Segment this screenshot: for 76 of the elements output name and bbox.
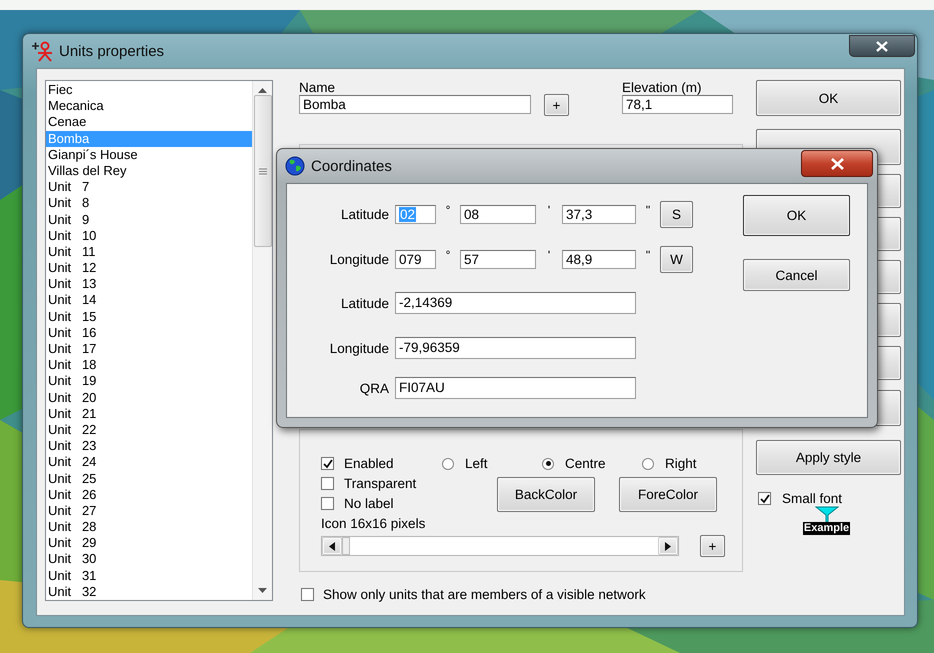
minute-mark: ' [546,248,552,262]
elevation-field[interactable]: 78,1 [622,95,733,114]
unit-item[interactable]: Unit 32 [46,584,252,600]
color-button[interactable]: BackColor [497,477,595,512]
elevation-label: Elevation (m) [622,80,703,95]
minutes-field[interactable]: 57 [460,250,536,268]
unit-item[interactable]: Unit 13 [46,276,252,292]
cancel-button[interactable]: Cancel [743,259,850,291]
ok-button[interactable]: OK [756,80,901,116]
minutes-field[interactable]: 08 [460,204,536,224]
radio-label: Right [665,456,697,471]
degree-mark: ° [444,203,452,217]
unit-item[interactable]: Unit 27 [46,502,252,520]
hemisphere-button[interactable]: W [660,246,693,272]
option-label: Show only units that are members of a visible network [323,587,646,602]
second-mark: '' [644,248,652,262]
unit-item[interactable]: Unit 30 [46,551,252,568]
hemisphere-button[interactable]: S [660,200,693,228]
option-label: Transparent [344,476,416,491]
unit-item[interactable]: Unit 8 [46,195,252,212]
unit-item[interactable]: Cenae [46,114,252,131]
degree-mark: ° [444,248,452,262]
unit-item[interactable]: Unit 14 [46,292,252,309]
small-font-label: Small font [782,491,842,506]
unit-item[interactable]: Gianpi´s House [46,146,252,163]
unit-item[interactable]: Unit 26 [46,486,252,503]
name-label: Name [299,80,336,95]
color-button[interactable]: ForeColor [619,477,717,512]
option-label: Enabled [344,456,394,471]
coordinate-field[interactable]: -79,96359 [395,337,636,359]
unit-item[interactable]: Fiec [46,82,252,98]
unit-item[interactable]: Unit 24 [46,454,252,470]
unit-item[interactable]: Unit 11 [46,244,252,260]
add-icon-size-button[interactable]: + [700,535,725,557]
radio-label: Left [465,456,488,471]
coordinate-field[interactable]: -2,14369 [395,292,636,314]
coordinate-field[interactable]: FI07AU [395,377,636,399]
unit-item[interactable]: Unit 17 [46,341,252,358]
second-mark: '' [644,203,652,217]
add-name-button[interactable]: + [544,94,569,116]
unit-item[interactable]: Unit 16 [46,324,252,341]
unit-item[interactable]: Unit 29 [46,535,252,552]
unit-item[interactable]: Unit 12 [46,260,252,276]
name-field[interactable]: Bomba [299,95,531,114]
unit-item[interactable]: Unit 10 [46,228,252,244]
unit-item[interactable]: Unit 22 [46,422,252,438]
option-label: No label [344,496,394,511]
minute-mark: ' [546,203,552,217]
coordinate-label: QRA [358,380,390,396]
radio-label: Centre [565,456,606,471]
unit-item[interactable]: Unit 9 [46,212,252,228]
unit-item[interactable]: Unit 31 [46,568,252,584]
window-title: Units properties [59,42,164,60]
unit-item[interactable]: Mecanica [46,98,252,114]
degrees-field[interactable]: 079 [395,250,436,268]
seconds-field[interactable]: 48,9 [562,250,636,268]
unit-item[interactable]: Unit 19 [46,373,252,390]
seconds-field[interactable]: 37,3 [562,204,636,224]
dialog-title: Coordinates [311,158,392,174]
side-button[interactable]: Apply style [756,440,901,475]
icon-size-label: Icon 16x16 pixels [320,516,426,531]
example-label: Example [802,522,850,535]
unit-item[interactable]: Villas del Rey [46,162,252,180]
unit-item[interactable]: Unit 28 [46,519,252,536]
unit-item[interactable]: Unit 23 [46,438,252,454]
coordinate-label: Longitude [328,252,390,266]
unit-item[interactable]: Unit 18 [46,357,252,374]
coordinate-label: Latitude [340,296,390,310]
coordinate-label: Longitude [328,340,390,356]
unit-item[interactable]: Unit 25 [46,470,252,487]
unit-item[interactable]: Unit 20 [46,390,252,406]
unit-item[interactable]: Unit 15 [46,308,252,325]
unit-item[interactable]: Unit 21 [46,406,252,422]
unit-item[interactable]: Unit 7 [46,179,252,196]
ok-button[interactable]: OK [743,195,850,236]
coordinate-label: Latitude [340,206,390,222]
